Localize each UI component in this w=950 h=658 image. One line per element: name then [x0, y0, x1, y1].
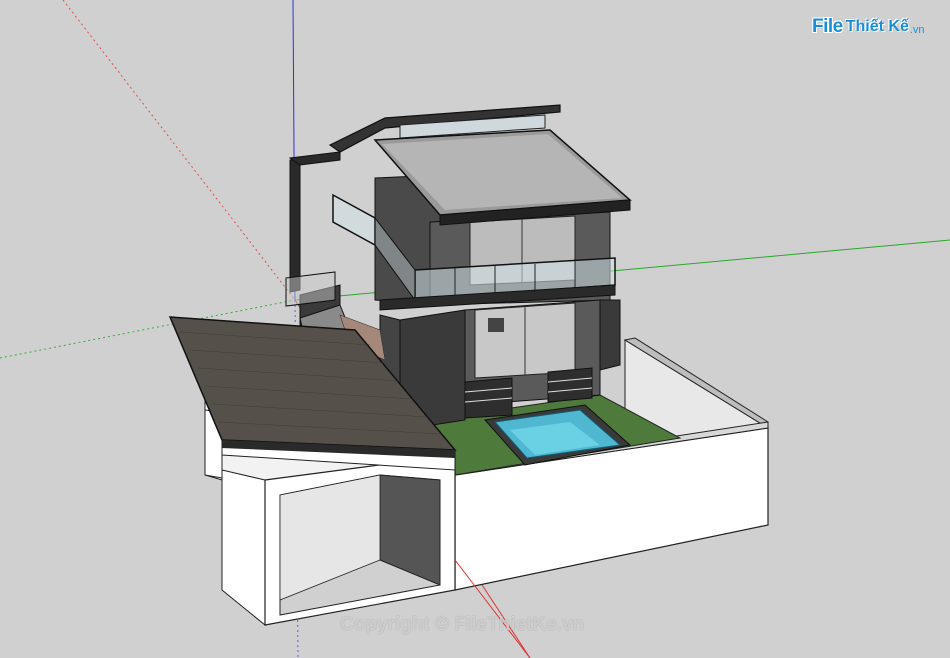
logo-file-text: File	[812, 16, 843, 37]
copyright-watermark: Copyright © FileThietKe.vn	[340, 614, 585, 635]
red-axis-dotted	[62, 0, 296, 301]
3d-model-canvas[interactable]	[0, 0, 950, 658]
model-viewport[interactable]: File Thiết Kế .vn Copyright © FileThietK…	[0, 0, 950, 658]
logo-suffix-text: .vn	[909, 23, 925, 36]
filethietke-logo: File Thiết Kế .vn	[812, 13, 940, 41]
logo-name-text: Thiết Kế	[845, 18, 909, 35]
